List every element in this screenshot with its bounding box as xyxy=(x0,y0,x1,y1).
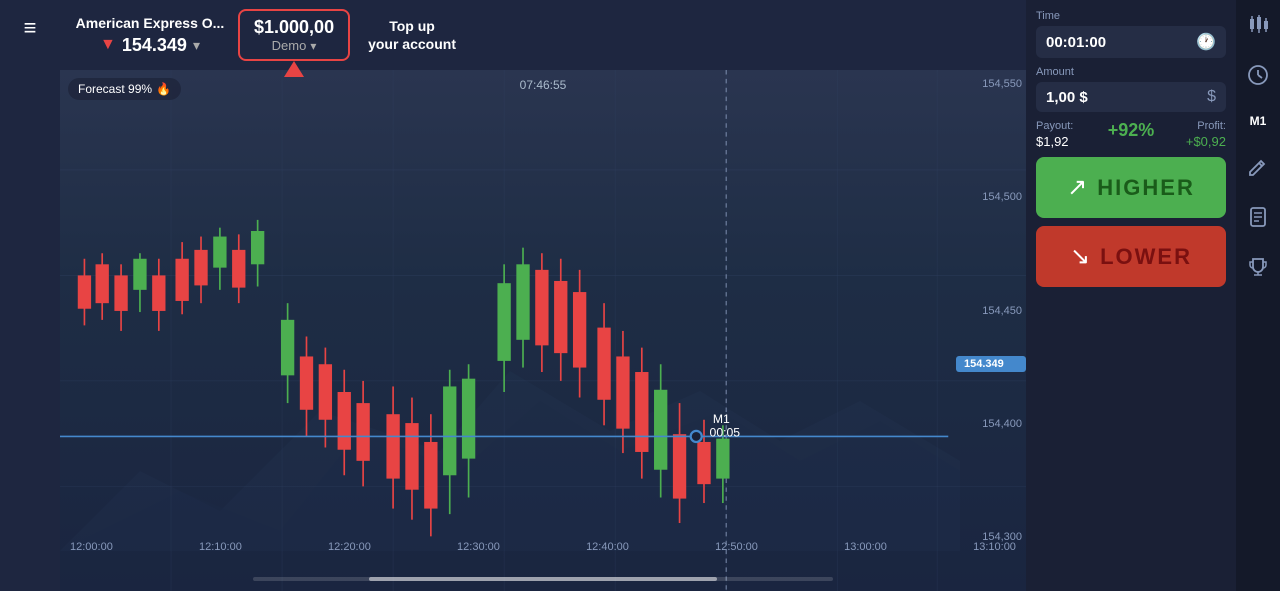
time-input-row[interactable]: 00:01:00 🕐 xyxy=(1036,26,1226,58)
clock-icon: 🕐 xyxy=(1196,32,1216,52)
forecast-label: Forecast 99% xyxy=(78,82,152,96)
higher-arrow-icon: ↗ xyxy=(1067,173,1087,202)
x-axis: 12:00:00 12:10:00 12:20:00 12:30:00 12:4… xyxy=(60,541,1026,553)
higher-button[interactable]: ↗ HIGHER xyxy=(1036,157,1226,218)
chart-area: Forecast 99% 🔥 07:46:55 xyxy=(60,70,1026,591)
payout-label: Payout: xyxy=(1036,120,1095,132)
x-label-3: 12:20:00 xyxy=(328,541,371,553)
payout-section: Payout: $1,92 xyxy=(1036,120,1095,149)
profit-label: Profit: xyxy=(1197,120,1226,132)
far-right-panel: M1 xyxy=(1236,0,1280,591)
candlestick-view-icon[interactable] xyxy=(1247,14,1269,36)
payout-percent: +92% xyxy=(1101,120,1160,141)
asset-price-row: ▼ 154.349 ▾ xyxy=(100,35,200,56)
history-icon[interactable] xyxy=(1247,64,1269,86)
y-label-1: 154,550 xyxy=(960,78,1022,90)
amount-row: Amount 1,00 $ $ xyxy=(1036,66,1226,112)
candlestick-chart: M1 00:05 xyxy=(60,70,1026,591)
balance-type: Demo xyxy=(272,38,307,53)
lower-arrow-icon: ↘ xyxy=(1070,242,1090,271)
edit-trade-icon[interactable] xyxy=(1247,156,1269,178)
scroll-thumb[interactable] xyxy=(369,577,717,581)
top-bar: American Express O... ▼ 154.349 ▾ $1.000… xyxy=(60,0,1026,70)
x-label-4: 12:30:00 xyxy=(457,541,500,553)
payout-profit-row: Payout: $1,92 +92% Profit: +$0,92 xyxy=(1036,120,1226,149)
balance-demo-row: Demo ▾ xyxy=(272,38,317,53)
profit-value: +$0,92 xyxy=(1186,134,1226,149)
x-label-5: 12:40:00 xyxy=(586,541,629,553)
balance-amount: $1.000,00 xyxy=(254,17,334,38)
asset-price: 154.349 xyxy=(122,35,187,56)
x-label-2: 12:10:00 xyxy=(199,541,242,553)
asset-info[interactable]: American Express O... ▼ 154.349 ▾ xyxy=(70,15,230,56)
x-label-7: 13:00:00 xyxy=(844,541,887,553)
asset-dropdown-icon[interactable]: ▾ xyxy=(193,37,200,54)
x-label-8: 13:10:00 xyxy=(973,541,1016,553)
asset-name: American Express O... xyxy=(76,15,225,31)
x-label-6: 12:50:00 xyxy=(715,541,758,553)
right-panel: Time 00:01:00 🕐 Amount 1,00 $ $ Payout: … xyxy=(1026,0,1236,591)
book-icon[interactable] xyxy=(1247,206,1269,228)
amount-label: Amount xyxy=(1036,66,1226,78)
currency-icon: $ xyxy=(1207,88,1216,106)
lower-label: LOWER xyxy=(1100,244,1192,270)
trophy-icon[interactable] xyxy=(1247,256,1269,278)
svg-text:00:05: 00:05 xyxy=(710,425,741,439)
higher-label: HIGHER xyxy=(1097,175,1195,201)
price-direction-icon: ▼ xyxy=(100,36,116,54)
y-label-4: 154,400 xyxy=(960,418,1022,430)
main-content: American Express O... ▼ 154.349 ▾ $1.000… xyxy=(60,0,1026,591)
time-label: Time xyxy=(1036,10,1226,22)
x-label-1: 12:00:00 xyxy=(70,541,113,553)
y-label-3: 154,450 xyxy=(960,305,1022,317)
y-axis: 154,550 154,500 154,450 154,400 154,300 xyxy=(956,70,1026,551)
svg-text:M1: M1 xyxy=(713,412,730,426)
balance-box[interactable]: $1.000,00 Demo ▾ xyxy=(238,9,350,61)
amount-input-row[interactable]: 1,00 $ $ xyxy=(1036,82,1226,112)
lower-button[interactable]: ↘ LOWER xyxy=(1036,226,1226,287)
scroll-track xyxy=(253,577,833,581)
payout-value: $1,92 xyxy=(1036,134,1095,149)
m1-badge[interactable]: M1 xyxy=(1250,114,1267,128)
forecast-icon: 🔥 xyxy=(156,82,171,96)
topup-button[interactable]: Top upyour account xyxy=(358,13,466,57)
balance-dropdown-icon: ▾ xyxy=(310,39,316,53)
y-label-2: 154,500 xyxy=(960,191,1022,203)
profit-section: Profit: +$0,92 xyxy=(1167,120,1226,149)
menu-icon[interactable]: ≡ xyxy=(24,15,37,41)
amount-value: 1,00 $ xyxy=(1046,89,1201,106)
current-price-badge: 154.349 xyxy=(956,356,1026,372)
time-row: Time 00:01:00 🕐 xyxy=(1036,10,1226,58)
left-sidebar: ≡ xyxy=(0,0,60,591)
time-value: 00:01:00 xyxy=(1046,34,1190,51)
forecast-badge: Forecast 99% 🔥 xyxy=(68,78,181,100)
